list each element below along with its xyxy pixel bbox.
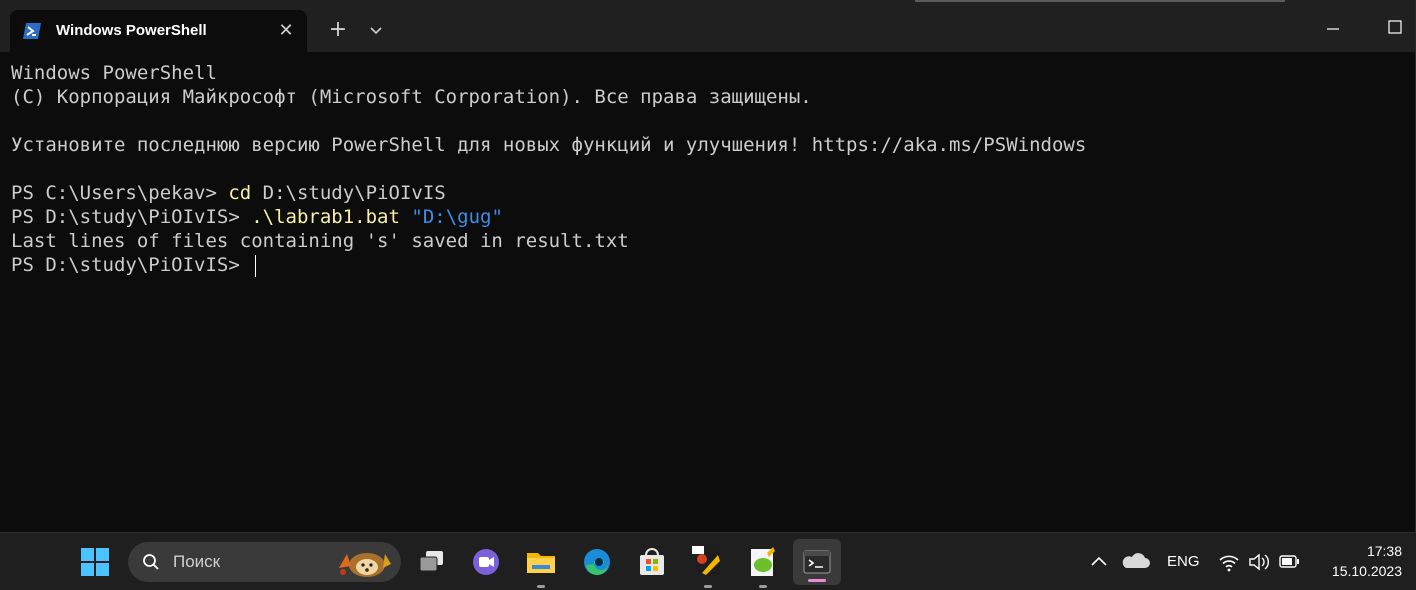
title-bar[interactable]: Windows PowerShell ✕ + [0, 0, 1415, 52]
terminal-line: PS D:\study\PiOIvIS> .\labrab1.bat "D:\g… [11, 205, 503, 229]
minimize-button[interactable] [1324, 20, 1342, 38]
battery-icon[interactable] [1270, 543, 1308, 581]
search-icon [143, 554, 159, 570]
chevron-up-icon[interactable] [1080, 543, 1118, 581]
terminal-output[interactable]: Windows PowerShell (C) Корпорация Майкро… [11, 61, 1406, 526]
chat-icon[interactable] [467, 543, 505, 581]
terminal-line: (C) Корпорация Майкрософт (Microsoft Cor… [11, 86, 812, 108]
command-string-argument: "D:\gug" [399, 206, 503, 228]
onedrive-icon[interactable] [1116, 543, 1154, 581]
running-indicator [759, 585, 767, 588]
terminal-icon[interactable] [798, 543, 836, 581]
search-placeholder: Поиск [173, 552, 221, 571]
clock-date: 15.10.2023 [1331, 563, 1402, 579]
app-64-icon[interactable] [688, 543, 726, 581]
file-explorer-icon[interactable] [522, 543, 560, 581]
terminal-line: Last lines of files containing 's' saved… [11, 230, 629, 252]
command-keyword: .\labrab1.bat [251, 206, 400, 228]
terminal-line: Windows PowerShell [11, 62, 217, 84]
hedgehog-icon [339, 553, 391, 577]
taskbar: Поиск ENG 17:38 15.10.2023 [0, 532, 1416, 590]
powershell-icon [23, 23, 41, 39]
store-icon[interactable] [633, 543, 671, 581]
tab-title: Windows PowerShell [56, 22, 207, 39]
notepad-plus-plus-icon[interactable] [743, 543, 781, 581]
prompt: PS D:\study\PiOIvIS> [11, 254, 252, 276]
active-app-indicator [808, 579, 826, 582]
running-indicator [704, 585, 712, 588]
language-indicator[interactable]: ENG [1167, 553, 1200, 570]
terminal-line: PS C:\Users\pekav> cd D:\study\PiOIvIS [11, 181, 446, 205]
maximize-button[interactable] [1386, 18, 1404, 36]
text-cursor [255, 254, 257, 277]
terminal-window: Windows PowerShell ✕ + Windows PowerShel… [0, 0, 1416, 532]
prompt: PS C:\Users\pekav> [11, 182, 229, 204]
chevron-down-icon[interactable] [362, 14, 390, 46]
prompt: PS D:\study\PiOIvIS> [11, 206, 252, 228]
search-box[interactable]: Поиск [128, 542, 401, 582]
tab-powershell[interactable]: Windows PowerShell ✕ [10, 10, 307, 52]
clock-time: 17:38 [1366, 543, 1402, 559]
start-button[interactable] [76, 543, 114, 581]
terminal-line: Установите последнюю версию PowerShell д… [11, 134, 1087, 156]
running-indicator [537, 585, 545, 588]
clock[interactable]: 17:38 15.10.2023 [1314, 541, 1402, 581]
command-argument: D:\study\PiOIvIS [251, 182, 446, 204]
edge-browser-icon[interactable] [578, 543, 616, 581]
tab-close-button[interactable]: ✕ [274, 19, 298, 43]
new-tab-button[interactable]: + [322, 14, 354, 46]
command-keyword: cd [228, 182, 252, 204]
terminal-line: PS D:\study\PiOIvIS> [11, 253, 257, 277]
drag-region[interactable] [915, 0, 1285, 2]
task-view-icon[interactable] [413, 543, 451, 581]
